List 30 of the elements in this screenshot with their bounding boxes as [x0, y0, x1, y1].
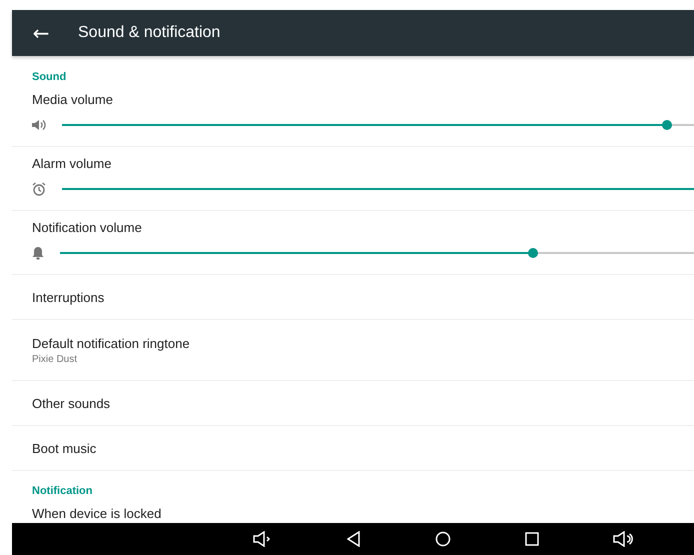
speaker-icon: [32, 119, 46, 131]
setting-label: Other sounds: [32, 396, 112, 410]
setting-label: Alarm volume: [32, 156, 112, 171]
setting-label: Interruptions: [32, 290, 106, 304]
section-header: Notification: [31, 484, 94, 497]
setting-label: When device is locked: [32, 506, 162, 520]
screen-title: Sound & notification: [78, 24, 220, 42]
recents-icon[interactable]: [525, 532, 539, 546]
settings-item[interactable]: Other sounds: [12, 381, 694, 426]
slider-thumb[interactable]: [528, 248, 538, 258]
slider-thumb[interactable]: [662, 120, 672, 130]
home-icon[interactable]: [435, 531, 451, 547]
alarm-clock-icon: [32, 182, 46, 196]
settings-item[interactable]: Boot music: [12, 426, 694, 471]
setting-summary: Pixie Dust: [32, 354, 78, 364]
bell-icon: [32, 246, 44, 260]
setting-label: Default notification ringtone: [32, 336, 191, 350]
section-header: Sound: [31, 70, 68, 83]
back-icon[interactable]: [347, 531, 361, 547]
volume-up-icon[interactable]: [613, 531, 635, 547]
settings-item[interactable]: Default notification ringtone Pixie Dust: [12, 320, 694, 381]
volume-slider[interactable]: [62, 119, 694, 131]
setting-label: Media volume: [32, 92, 114, 107]
settings-item[interactable]: When device is locked: [12, 497, 694, 523]
back-button[interactable]: ←: [31, 21, 51, 45]
setting-label: Notification volume: [32, 220, 143, 235]
volume-slider[interactable]: [60, 247, 694, 259]
settings-item[interactable]: Interruptions: [12, 275, 694, 320]
volume-down-icon[interactable]: [253, 531, 273, 547]
setting-label: Boot music: [32, 440, 98, 456]
